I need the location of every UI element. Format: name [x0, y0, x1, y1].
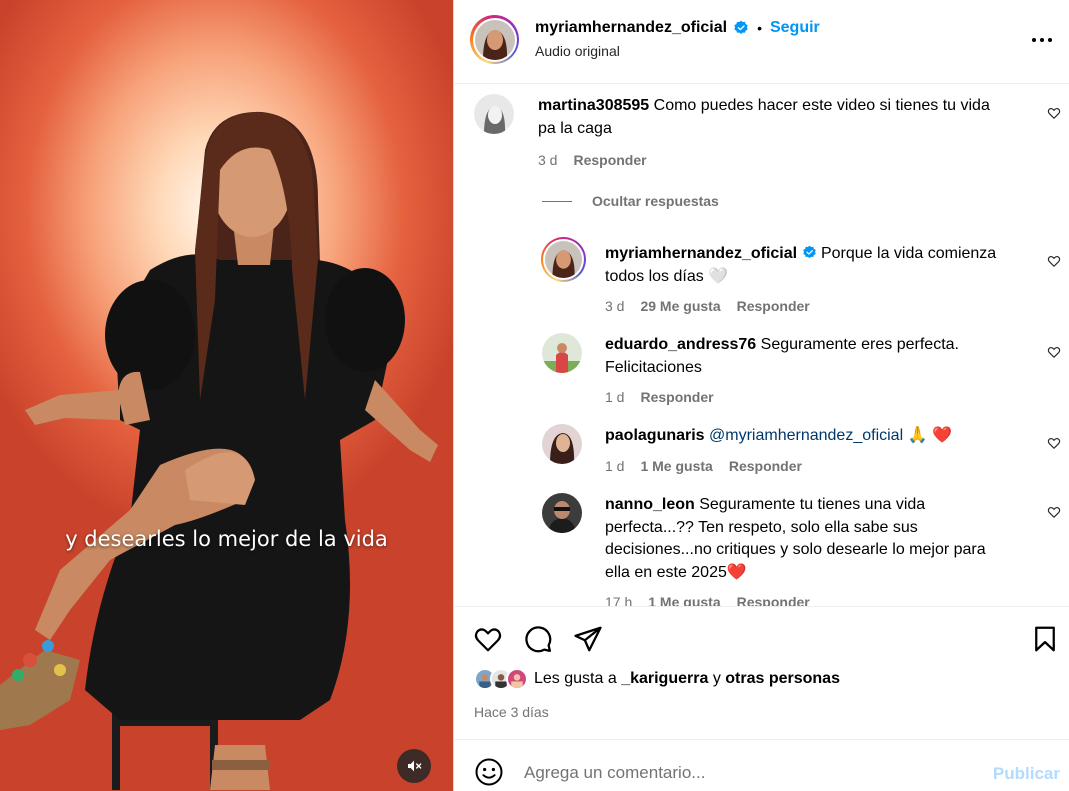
reply-text: eduardo_andress76 Seguramente eres perfe…: [605, 334, 1030, 379]
heart-outline-icon[interactable]: [1047, 254, 1061, 268]
reply-meta: 1 d Responder: [605, 389, 714, 405]
comment-bubble-icon[interactable]: [523, 624, 553, 654]
muted-speaker-icon: [408, 760, 422, 772]
red-heart-emoji: ❤️: [726, 563, 747, 581]
reply-author-avatar-image: [545, 241, 582, 278]
comments-list[interactable]: martina308595 Como puedes hacer este vid…: [454, 85, 1069, 606]
comment-time: 3 d: [538, 152, 558, 168]
reply-time: 3 d: [605, 298, 625, 314]
comment-body: Como puedes hacer este video si tienes t…: [653, 97, 990, 114]
reply-avatar[interactable]: [542, 424, 582, 464]
reply-likes[interactable]: 1 Me gusta: [640, 458, 712, 474]
reply-text: paolagunaris @myriamhernandez_oficial 🙏 …: [605, 425, 1030, 448]
reply-text: nanno_leon Seguramente tu tienes una vid…: [605, 494, 1030, 584]
pray-heart-emoji: 🙏 ❤️: [907, 427, 952, 444]
comment-body-cont: pa la caga: [538, 119, 612, 137]
reply-time: 1 d: [605, 458, 625, 474]
reply-likes[interactable]: 1 Me gusta: [648, 594, 720, 606]
comment-text: martina308595 Como puedes hacer este vid…: [538, 95, 1028, 140]
liked-by-row[interactable]: Les gusta a _kariguerra y otras personas: [474, 668, 840, 690]
reel-video[interactable]: y desearles lo mejor de la vida: [0, 0, 453, 791]
video-caption: y desearles lo mejor de la vida: [65, 527, 388, 551]
hide-replies-label: Ocultar respuestas: [592, 193, 719, 209]
liked-by-text: Les gusta a _kariguerra y otras personas: [534, 670, 840, 688]
reply-time: 17 h: [605, 594, 633, 606]
reply-likes[interactable]: 29 Me gusta: [640, 298, 720, 314]
white-heart-emoji: 🤍: [708, 267, 729, 285]
save-bookmark-icon[interactable]: [1030, 624, 1060, 654]
heart-outline-icon[interactable]: [1047, 436, 1061, 450]
liked-by-user[interactable]: _kariguerra: [621, 670, 708, 687]
reply-button[interactable]: Responder: [729, 458, 802, 474]
liker-avatar: [506, 668, 528, 690]
share-send-icon[interactable]: [573, 624, 603, 654]
thread-line: [542, 200, 572, 202]
heart-outline-icon[interactable]: [1047, 505, 1061, 519]
verified-badge-icon: [734, 20, 748, 34]
reply-button[interactable]: Responder: [737, 594, 810, 606]
liked-by-others[interactable]: otras personas: [725, 670, 840, 687]
comment-meta: 3 d Responder: [538, 152, 647, 168]
reply-username[interactable]: myriamhernandez_oficial: [605, 245, 797, 262]
author-avatar-image: [474, 19, 515, 60]
heart-outline-icon[interactable]: [1047, 106, 1061, 120]
liked-by-joiner: y: [712, 670, 721, 687]
reply-text: myriamhernandez_oficial Porque la vida c…: [605, 243, 1030, 288]
mute-button[interactable]: [397, 749, 431, 783]
reply-username[interactable]: eduardo_andress76: [605, 336, 756, 353]
verified-badge-icon: [802, 245, 816, 259]
hide-replies-toggle[interactable]: Ocultar respuestas: [542, 193, 719, 209]
reply-meta: 17 h 1 Me gusta Responder: [605, 594, 810, 606]
reply-mention[interactable]: @myriamhernandez_oficial: [709, 427, 903, 444]
emoji-picker-icon[interactable]: [474, 757, 504, 787]
reply-body: Seguramente tu tienes una vida: [699, 496, 926, 513]
author-username[interactable]: myriamhernandez_oficial: [535, 19, 727, 37]
reply-body-cont: Felicitaciones: [605, 358, 702, 376]
reply-body-cont: todos los días: [605, 267, 704, 285]
reply-time: 1 d: [605, 389, 625, 405]
post-timestamp[interactable]: Hace 3 días: [474, 704, 549, 720]
audio-label[interactable]: Audio original: [535, 43, 620, 59]
comment-input[interactable]: [524, 760, 974, 786]
reply-author-avatar[interactable]: [541, 237, 586, 282]
publish-button[interactable]: Publicar: [993, 764, 1060, 784]
author-avatar[interactable]: [470, 15, 519, 64]
author-row: myriamhernandez_oficial • Seguir: [535, 17, 820, 39]
reply-body-cont: ella en este 2025: [605, 563, 727, 581]
like-heart-icon[interactable]: [473, 624, 503, 654]
reply-body-cont: perfecta...?? Ten respeto, solo ella sab…: [605, 518, 918, 536]
reply-button[interactable]: Responder: [640, 389, 713, 405]
post-header: myriamhernandez_oficial • Seguir Audio o…: [454, 0, 1069, 84]
heart-outline-icon[interactable]: [1047, 345, 1061, 359]
comment-username[interactable]: martina308595: [538, 97, 649, 114]
reply-button[interactable]: Responder: [737, 298, 810, 314]
separator-dot: •: [757, 20, 762, 36]
reply-username[interactable]: nanno_leon: [605, 496, 695, 513]
post-panel: myriamhernandez_oficial • Seguir Audio o…: [453, 0, 1069, 791]
commenter-avatar[interactable]: [474, 94, 514, 134]
liked-by-prefix: Les gusta a: [534, 670, 617, 687]
reply-meta: 1 d 1 Me gusta Responder: [605, 458, 802, 474]
reply-body: Porque la vida comienza: [820, 245, 997, 262]
comment-composer: Publicar: [454, 739, 1069, 791]
reply-avatar[interactable]: [542, 493, 582, 533]
video-frame-woman-seated: [0, 111, 438, 790]
reply-button[interactable]: Responder: [573, 152, 646, 168]
reply-username[interactable]: paolagunaris: [605, 427, 705, 444]
reply-avatar[interactable]: [542, 333, 582, 373]
reply-meta: 3 d 29 Me gusta Responder: [605, 298, 810, 314]
more-options-icon[interactable]: [1030, 30, 1054, 50]
reply-body: Seguramente eres perfecta.: [760, 336, 959, 353]
reply-body-cont: decisiones...no critiques y solo desearl…: [605, 541, 986, 558]
follow-button[interactable]: Seguir: [770, 19, 820, 37]
